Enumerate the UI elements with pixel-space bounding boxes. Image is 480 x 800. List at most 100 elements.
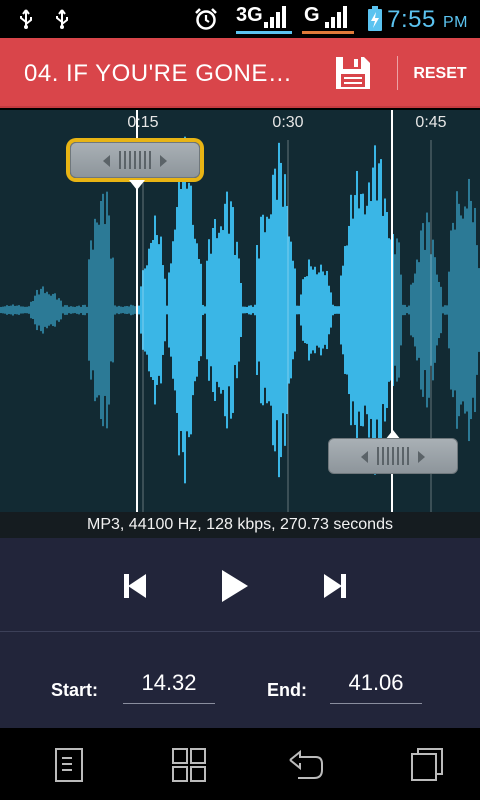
waveform-sample	[196, 243, 198, 377]
timeline-tick-45: 0:45	[415, 114, 447, 131]
waveform-sample	[336, 306, 338, 314]
back-icon[interactable]	[286, 746, 326, 784]
waveform-sample	[212, 227, 214, 393]
start-marker-handle[interactable]	[70, 142, 200, 178]
waveform-sample	[116, 306, 118, 314]
waveform-sample	[144, 268, 146, 352]
waveform-sample	[328, 285, 330, 335]
waveform-sample	[374, 145, 376, 475]
alarm-icon	[195, 8, 217, 30]
waveform-sample	[386, 212, 388, 408]
waveform-sample	[314, 266, 316, 354]
waveform-sample	[174, 229, 176, 391]
waveform-sample	[344, 246, 346, 374]
waveform-sample	[372, 167, 374, 453]
waveform-sample	[182, 167, 184, 453]
clock-ampm: PM	[443, 14, 468, 31]
start-time-input[interactable]: 14.32	[123, 670, 215, 704]
waveform-sample	[310, 266, 312, 354]
recent-apps-icon[interactable]	[406, 746, 446, 784]
waveform-sample	[466, 208, 468, 412]
battery-charging-icon	[368, 6, 382, 31]
waveform-sample	[438, 281, 440, 339]
waveform-sample	[120, 306, 122, 314]
waveform-sample	[66, 305, 68, 315]
waveform-sample	[434, 257, 436, 363]
waveform-sample	[156, 235, 158, 385]
waveform-sample	[290, 241, 292, 379]
reset-button[interactable]: RESET	[404, 60, 476, 88]
waveform-sample	[92, 249, 94, 371]
waveform-sample	[176, 207, 178, 413]
waveform-sample	[338, 306, 340, 314]
waveform-sample	[242, 306, 244, 314]
waveform-sample	[98, 224, 100, 396]
waveform-sample	[410, 284, 412, 336]
file-info: MP3, 44100 Hz, 128 kbps, 270.73 seconds	[0, 512, 480, 538]
waveform-editor[interactable]: 0:15 0:30 0:45	[0, 110, 480, 512]
waveform-sample	[102, 193, 104, 427]
waveform-sample	[206, 260, 208, 360]
waveform-sample	[408, 305, 410, 315]
usb-icon	[56, 9, 68, 29]
waveform-sample	[448, 271, 450, 349]
skip-previous-icon[interactable]	[114, 566, 154, 606]
waveform-sample	[32, 301, 34, 319]
waveform-sample	[100, 200, 102, 420]
waveform-sample	[324, 275, 326, 345]
waveform-sample	[428, 222, 430, 398]
left-arrow-icon	[361, 451, 368, 463]
waveform-sample	[78, 305, 80, 315]
apps-icon[interactable]	[169, 746, 209, 784]
waveform-sample	[216, 238, 218, 382]
waveform-sample	[454, 229, 456, 391]
waveform-sample	[320, 264, 322, 356]
waveform-sample	[12, 304, 14, 316]
waveform-sample	[6, 305, 8, 315]
waveform-sample	[446, 305, 448, 315]
waveform-sample	[202, 304, 204, 316]
signal-3g-indicator: 3G	[236, 2, 292, 34]
waveform-sample	[88, 259, 90, 361]
end-time-input[interactable]: 41.06	[330, 670, 422, 704]
timeline-tick-30: 0:30	[272, 114, 304, 131]
waveform-sample	[148, 248, 150, 372]
waveform-sample	[218, 232, 220, 388]
drag-handle-icon	[119, 151, 151, 169]
menu-icon[interactable]	[50, 746, 90, 784]
waveform-sample	[34, 295, 36, 325]
waveform-sample	[50, 295, 52, 325]
waveform-sample	[342, 265, 344, 355]
waveform-sample	[444, 305, 446, 315]
waveform-sample	[384, 198, 386, 422]
waveform-sample	[80, 306, 82, 314]
app-header: 04. IF YOU'RE GONE… RESET	[0, 38, 480, 108]
waveform-sample	[56, 299, 58, 321]
waveform-sample	[274, 168, 276, 452]
waveform-sample	[304, 276, 306, 344]
waveform-sample	[424, 249, 426, 371]
waveform-sample	[254, 304, 256, 316]
signal-icon	[325, 6, 347, 28]
waveform-sample	[348, 225, 350, 395]
waveform-sample	[270, 214, 272, 406]
waveform-sample	[272, 174, 274, 446]
skip-next-icon[interactable]	[316, 566, 356, 606]
waveform-sample	[54, 293, 56, 327]
play-icon[interactable]	[214, 566, 254, 606]
waveform-sample	[436, 274, 438, 346]
waveform-sample	[72, 306, 74, 314]
waveform-sample	[52, 293, 54, 327]
save-icon[interactable]	[333, 54, 373, 92]
waveform-sample	[412, 282, 414, 338]
end-marker-handle[interactable]	[328, 438, 458, 474]
waveform-sample	[248, 305, 250, 315]
waveform-sample	[204, 306, 206, 314]
waveform-sample	[68, 306, 70, 314]
waveform-sample	[140, 286, 142, 334]
waveform-sample	[306, 276, 308, 344]
waveform-sample	[400, 274, 402, 346]
timeline-tick-15: 0:15	[127, 114, 159, 131]
waveform-sample	[308, 259, 310, 361]
waveform-sample	[46, 291, 48, 329]
